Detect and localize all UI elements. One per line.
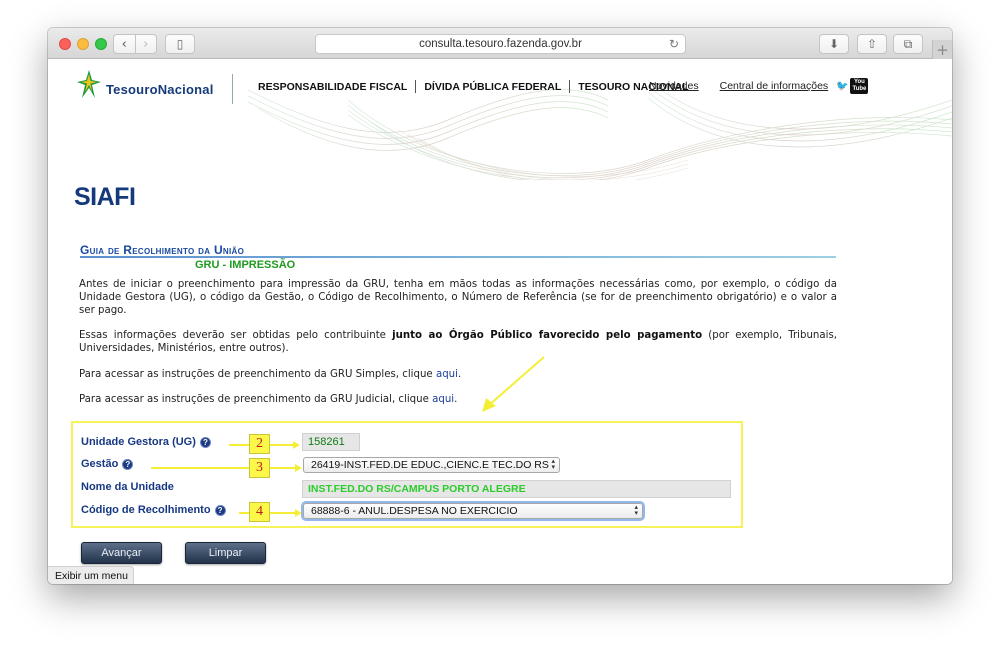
gestao-label-text: Gestão bbox=[81, 458, 119, 470]
logo-text: TesouroNacional bbox=[106, 81, 214, 97]
nav-separator bbox=[569, 80, 571, 93]
tesouro-logo[interactable]: TesouroNacional bbox=[76, 64, 214, 104]
codigo-selected: 68888-6 - ANUL.DESPESA NO EXERCICIO bbox=[311, 505, 518, 517]
gestao-selected: 26419-INST.FED.DE EDUC.,CIENC.E TEC.DO R… bbox=[311, 459, 549, 471]
sidebar-icon[interactable]: ▯ bbox=[165, 34, 195, 54]
ug-input[interactable]: 158261 bbox=[302, 433, 360, 451]
close-window-button[interactable] bbox=[59, 38, 71, 50]
nome-unidade-label-text: Nome da Unidade bbox=[81, 481, 174, 493]
arrow-head-icon bbox=[293, 441, 300, 449]
youtube-line1: You bbox=[853, 79, 865, 85]
top-navigation: RESPONSABILIDADE FISCAL DÍVIDA PÚBLICA F… bbox=[258, 80, 688, 93]
youtube-icon[interactable]: You Tube bbox=[850, 78, 869, 94]
gru-simples-paragraph: Para acessar as instruções de preenchime… bbox=[79, 368, 837, 381]
browser-window: ‹ › ▯ consulta.tesouro.fazenda.gov.br ↻ … bbox=[48, 28, 952, 584]
gestao-help-icon[interactable]: ? bbox=[122, 458, 134, 470]
step-badge-4: 4 bbox=[249, 502, 270, 522]
annotation-line bbox=[270, 467, 296, 469]
period: . bbox=[457, 369, 462, 380]
codigo-help-icon[interactable]: ? bbox=[214, 504, 226, 516]
avancar-button[interactable]: Avançar bbox=[81, 542, 162, 564]
gestao-label: Gestão ? bbox=[81, 458, 134, 470]
star-icon bbox=[77, 70, 101, 98]
youtube-line2: Tube bbox=[852, 86, 867, 92]
link-novidades[interactable]: Novidades bbox=[649, 80, 699, 92]
twitter-icon[interactable]: 🐦 bbox=[836, 81, 848, 92]
link-central-informacoes[interactable]: Central de informações bbox=[720, 80, 829, 92]
header-links: Novidades Central de informações bbox=[649, 80, 828, 92]
nome-unidade-label: Nome da Unidade bbox=[81, 481, 174, 493]
annotation-line bbox=[229, 444, 249, 446]
nav-separator bbox=[415, 80, 417, 93]
codigo-recolhimento-select[interactable]: 68888-6 - ANUL.DESPESA NO EXERCICIO ▴ ▾ bbox=[303, 503, 643, 519]
address-bar[interactable]: consulta.tesouro.fazenda.gov.br ↻ bbox=[315, 34, 686, 54]
ug-label: Unidade Gestora (UG) ? bbox=[81, 436, 211, 448]
ug-help-icon[interactable]: ? bbox=[199, 436, 211, 448]
tabs-icon[interactable]: ⧉ bbox=[893, 34, 923, 54]
nome-unidade-field: INST.FED.DO RS/CAMPUS PORTO ALEGRE bbox=[302, 480, 731, 498]
nav-responsabilidade-fiscal[interactable]: RESPONSABILIDADE FISCAL bbox=[258, 81, 407, 93]
page-title: SIAFI bbox=[74, 183, 136, 211]
annotation-arrow-icon bbox=[482, 356, 545, 412]
limpar-button[interactable]: Limpar bbox=[185, 542, 266, 564]
new-tab-button[interactable]: + bbox=[932, 40, 952, 59]
step-badge-3: 3 bbox=[249, 458, 270, 478]
gestao-select[interactable]: 26419-INST.FED.DE EDUC.,CIENC.E TEC.DO R… bbox=[303, 457, 560, 473]
codigo-label: Código de Recolhimento ? bbox=[81, 504, 226, 516]
url-text: consulta.tesouro.fazenda.gov.br bbox=[419, 38, 582, 50]
browser-toolbar: ‹ › ▯ consulta.tesouro.fazenda.gov.br ↻ … bbox=[48, 28, 952, 59]
annotation-line bbox=[151, 467, 249, 469]
gru-judicial-paragraph: Para acessar as instruções de preenchime… bbox=[79, 393, 837, 406]
back-icon[interactable]: ‹ bbox=[114, 35, 135, 53]
intro-paragraph: Antes de iniciar o preenchimento para im… bbox=[79, 279, 837, 316]
section-divider bbox=[80, 256, 836, 258]
history-nav: ‹ › bbox=[113, 34, 157, 54]
forward-icon[interactable]: › bbox=[134, 35, 157, 53]
codigo-label-text: Código de Recolhimento bbox=[81, 504, 211, 516]
nav-divida-publica[interactable]: DÍVIDA PÚBLICA FEDERAL bbox=[424, 81, 561, 93]
info-text-bold: junto ao Órgão Público favorecido pelo p… bbox=[392, 330, 703, 341]
minimize-window-button[interactable] bbox=[77, 38, 89, 50]
arrow-head-icon bbox=[295, 509, 302, 517]
reload-icon[interactable]: ↻ bbox=[669, 37, 679, 51]
info-text-start: Essas informações deverão ser obtidas pe… bbox=[79, 330, 393, 341]
web-page: TesouroNacional RESPONSABILIDADE FISCAL … bbox=[48, 60, 952, 584]
social-links: 🐦 You Tube bbox=[836, 78, 869, 94]
header-divider bbox=[232, 74, 233, 104]
step-badge-2: 2 bbox=[249, 434, 270, 454]
annotation-line bbox=[239, 512, 249, 514]
zoom-window-button[interactable] bbox=[95, 38, 107, 50]
gru-judicial-text: Para acessar as instruções de preenchime… bbox=[79, 394, 433, 405]
select-chevron-icon: ▴ ▾ bbox=[634, 504, 638, 517]
share-icon[interactable]: ⇧ bbox=[857, 34, 887, 54]
annotation-line bbox=[270, 444, 294, 446]
section-title: Guia de Recolhimento da União bbox=[80, 243, 245, 257]
period: . bbox=[454, 394, 458, 405]
gru-simples-text: Para acessar as instruções de preenchime… bbox=[79, 369, 436, 380]
gru-simples-link[interactable]: aqui bbox=[436, 369, 458, 380]
info-paragraph: Essas informações deverão ser obtidas pe… bbox=[79, 329, 837, 355]
arrow-head-icon bbox=[295, 464, 302, 472]
annotation-line bbox=[270, 512, 296, 514]
ug-label-text: Unidade Gestora (UG) bbox=[81, 436, 196, 448]
status-tooltip: Exibir um menu bbox=[48, 566, 134, 584]
gru-judicial-link[interactable]: aqui bbox=[432, 394, 454, 405]
section-subtitle: GRU - IMPRESSÃO bbox=[195, 259, 296, 271]
select-chevron-icon: ▴ ▾ bbox=[551, 458, 555, 471]
download-icon[interactable]: ⬇ bbox=[819, 34, 849, 54]
